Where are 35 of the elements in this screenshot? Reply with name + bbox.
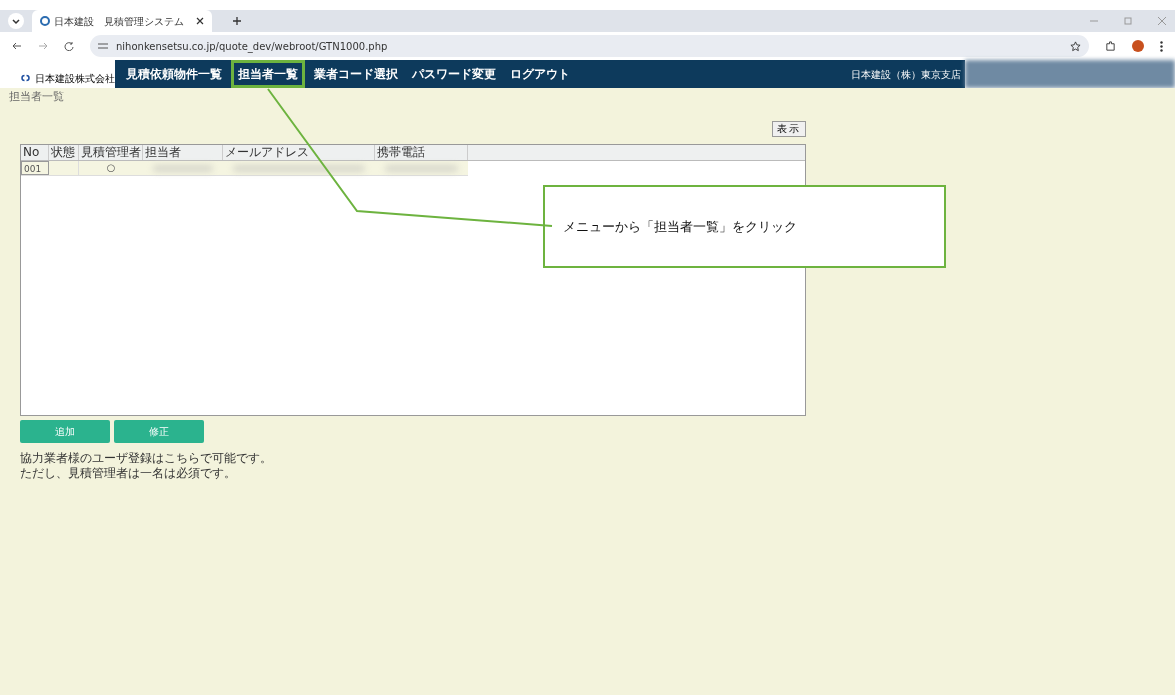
- extensions-icon[interactable]: [1105, 40, 1116, 52]
- site-settings-icon: [98, 42, 108, 50]
- nav-item[interactable]: 担当者一覧: [231, 60, 305, 88]
- dropdown-icon[interactable]: [8, 13, 24, 29]
- note-text: 協力業者様のユーザ登録はこちらで可能です。: [20, 451, 273, 466]
- new-tab-icon[interactable]: [232, 16, 242, 26]
- column-header: 見積管理者: [79, 145, 143, 160]
- note-text: ただし、見積管理者は一名は必須です。: [20, 466, 237, 481]
- nav-item[interactable]: パスワード変更: [407, 65, 501, 83]
- reload-icon[interactable]: [64, 41, 74, 51]
- nav-item[interactable]: 業者コード選択: [309, 65, 403, 83]
- tab-title: 日本建設 見積管理システム: [54, 14, 184, 29]
- column-header: 携帯電話: [375, 145, 468, 160]
- table-cell: 001: [21, 161, 49, 175]
- page-title: 担当者一覧: [9, 89, 65, 105]
- star-icon[interactable]: [1070, 40, 1081, 52]
- column-header: No: [21, 145, 49, 160]
- nav-item[interactable]: 見積依頼物件一覧: [121, 65, 227, 83]
- table-cell: ○: [106, 161, 116, 175]
- show-button[interactable]: 表示: [772, 121, 806, 137]
- browser-tab[interactable]: 日本建設 見積管理システム: [32, 10, 212, 32]
- company-name: 日本建設株式会社: [35, 72, 115, 86]
- menu-icon[interactable]: [1160, 40, 1163, 52]
- close-icon[interactable]: [196, 17, 204, 25]
- logo-icon: [40, 16, 50, 26]
- column-header: 担当者: [143, 145, 223, 160]
- nav-item[interactable]: ログアウト: [505, 65, 575, 83]
- back-icon[interactable]: [12, 41, 22, 51]
- address-bar[interactable]: nihonkensetsu.co.jp/quote_dev/webroot/GTN1000.php: [90, 35, 1089, 57]
- avatar-icon[interactable]: [1132, 40, 1144, 52]
- column-header: メールアドレス: [223, 145, 375, 160]
- callout-text: メニューから「担当者一覧」をクリック: [563, 217, 797, 236]
- column-header: 状態: [49, 145, 79, 160]
- url-text: nihonkensetsu.co.jp/quote_dev/webroot/GTN1000.php: [116, 39, 388, 54]
- branch-name: 日本建設（株）東京支店: [851, 67, 962, 82]
